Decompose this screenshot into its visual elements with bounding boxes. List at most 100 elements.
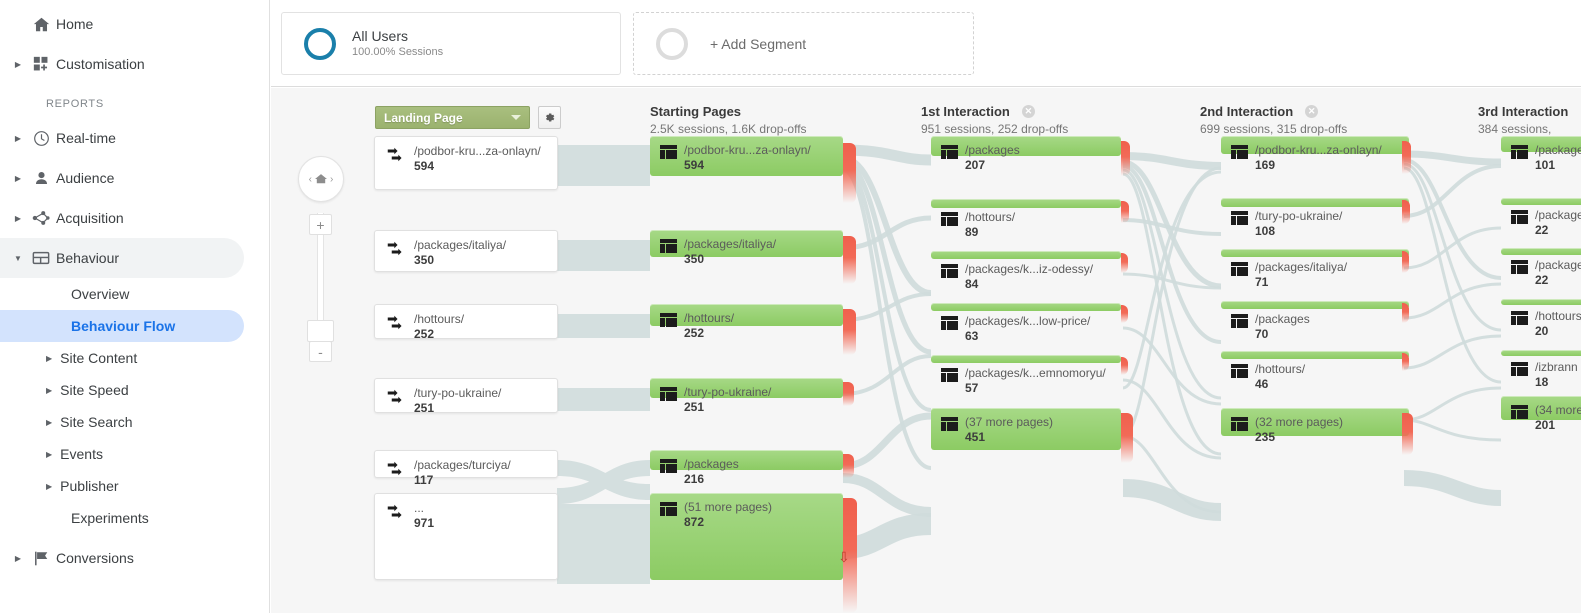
sidebar-subitem-label: Behaviour Flow — [71, 318, 175, 334]
double-arrow-icon: ➡➡ — [385, 502, 407, 522]
third-interaction-node[interactable]: /hottours 20 — [1501, 299, 1581, 305]
second-interaction-node[interactable]: /podbor-kru...za-onlayn/ 169 — [1221, 136, 1409, 154]
node-text: /packages/italiya/ 350 — [684, 236, 776, 267]
zoom-out-button[interactable]: - — [309, 341, 332, 362]
starting-page-node[interactable]: /tury-po-ukraine/ 251 — [650, 378, 843, 398]
close-icon[interactable]: ✕ — [1022, 105, 1035, 118]
node-text: /packages/k...low-price/ 63 — [965, 313, 1090, 344]
second-interaction-node[interactable]: (32 more pages) 235 — [1221, 408, 1409, 436]
landing-page-node[interactable]: ➡➡ ... 971 — [374, 493, 558, 580]
sidebar-item-customisation[interactable]: ▶ Customisation — [0, 44, 269, 84]
landing-page-node[interactable]: ➡➡ /tury-po-ukraine/ 251 — [374, 378, 558, 413]
second-interaction-node[interactable]: /tury-po-ukraine/ 108 — [1221, 198, 1409, 207]
person-icon — [26, 170, 56, 187]
second-interaction-node[interactable]: /packages/italiya/ 71 — [1221, 249, 1409, 257]
node-label: (32 more pages) — [1255, 415, 1343, 429]
first-interaction-node[interactable]: /packages/k...low-price/ 63 — [931, 303, 1121, 311]
node-label: /tury-po-ukraine/ — [414, 386, 501, 400]
starting-page-node[interactable]: /podbor-kru...za-onlayn/ 594 — [650, 136, 843, 176]
page-icon — [1231, 211, 1248, 225]
sidebar-item-behaviour[interactable]: ▼ Behaviour — [0, 238, 244, 278]
chevron-left-icon: ‹ — [309, 174, 312, 185]
flow-settings-button[interactable] — [538, 106, 561, 129]
third-interaction-node[interactable]: /package 22 — [1501, 198, 1581, 205]
third-interaction-node[interactable]: /izbrann 18 — [1501, 350, 1581, 356]
add-segment-button[interactable]: + Add Segment — [633, 12, 974, 75]
node-value: 252 — [684, 326, 704, 340]
sidebar-item-audience[interactable]: ▶ Audience — [0, 158, 269, 198]
first-interaction-node[interactable]: /hottours/ 89 — [931, 199, 1121, 208]
page-icon — [941, 316, 958, 330]
column-subtitle: 384 sessions, — [1478, 122, 1568, 136]
first-interaction-node[interactable]: /packages/k...iz-odessy/ 84 — [931, 251, 1121, 259]
sidebar-item-site-content[interactable]: ▶ Site Content — [0, 342, 269, 374]
chevron-right-icon: ▶ — [46, 386, 52, 395]
sidebar-item-home[interactable]: Home — [0, 4, 269, 44]
sidebar: Home ▶ Customisation REPORTS ▶ — [0, 0, 270, 613]
node-body: /package 22 — [1501, 198, 1581, 238]
first-interaction-node[interactable]: /packages/k...emnomoryu/ 57 — [931, 355, 1121, 363]
chevron-right-icon: ▶ — [46, 482, 52, 491]
sidebar-section-header: REPORTS — [0, 84, 269, 118]
sidebar-item-overview[interactable]: Overview — [0, 278, 269, 310]
second-interaction-node[interactable]: /hottours/ 46 — [1221, 351, 1409, 359]
node-value: 201 — [1535, 418, 1555, 432]
sidebar-item-experiments[interactable]: Experiments — [0, 502, 269, 534]
sidebar-item-label: Acquisition — [56, 210, 124, 226]
node-text: (37 more pages) 451 — [965, 414, 1053, 445]
landing-page-node[interactable]: ➡➡ /hottours/ 252 — [374, 304, 558, 339]
dimension-selector[interactable]: Landing Page — [375, 106, 530, 129]
sidebar-item-events[interactable]: ▶ Events — [0, 438, 269, 470]
sidebar-item-real-time[interactable]: ▶ Real-time — [0, 118, 269, 158]
close-icon[interactable]: ✕ — [1305, 105, 1318, 118]
first-interaction-node[interactable]: /packages 207 — [931, 136, 1121, 156]
second-interaction-node[interactable]: /packages 70 — [1221, 301, 1409, 309]
landing-page-node[interactable]: ➡➡ /packages/italiya/ 350 — [374, 230, 558, 272]
sidebar-item-conversions[interactable]: ▶ Conversions — [0, 538, 269, 578]
starting-page-node[interactable]: /packages/italiya/ 350 — [650, 230, 843, 257]
third-interaction-node[interactable]: /package 101 — [1501, 136, 1581, 152]
sidebar-subitem-label: Experiments — [71, 510, 149, 526]
sidebar-item-site-search[interactable]: ▶ Site Search — [0, 406, 269, 438]
page-icon — [1231, 145, 1248, 159]
customisation-icon — [26, 56, 56, 73]
page-icon — [1231, 364, 1248, 378]
node-label: /hottours/ — [414, 312, 464, 326]
sidebar-item-site-speed[interactable]: ▶ Site Speed — [0, 374, 269, 406]
zoom-slider-handle[interactable] — [307, 320, 334, 342]
third-interaction-node[interactable]: (34 more 201 — [1501, 396, 1581, 420]
node-value: 84 — [965, 277, 978, 291]
segment-all-users[interactable]: All Users 100.00% Sessions — [281, 12, 621, 75]
node-value: 108 — [1255, 224, 1275, 238]
node-body: /tury-po-ukraine/ 108 — [1221, 198, 1342, 239]
node-value: 169 — [1255, 158, 1275, 172]
node-value: 971 — [414, 516, 434, 530]
sidebar-item-behaviour-flow[interactable]: Behaviour Flow — [0, 310, 244, 342]
analytics-app: Home ▶ Customisation REPORTS ▶ — [0, 0, 1581, 613]
node-body: /packages/k...emnomoryu/ 57 — [931, 355, 1106, 396]
starting-page-node[interactable]: /packages 216 — [650, 450, 843, 470]
landing-page-node[interactable]: ➡➡ /podbor-kru...za-onlayn/ 594 — [374, 136, 558, 190]
node-text: /hottours/ 252 — [414, 311, 464, 342]
behaviour-flow-canvas[interactable]: ‹ › + - Landing Page St — [271, 88, 1581, 613]
node-label: /packages — [1255, 312, 1310, 326]
starting-page-node[interactable]: (51 more pages) 872 — [650, 493, 843, 580]
gear-icon — [543, 111, 556, 124]
first-interaction-node[interactable]: (37 more pages) 451 — [931, 408, 1121, 450]
node-label: (51 more pages) — [684, 500, 772, 514]
starting-page-node[interactable]: /hottours/ 252 — [650, 304, 843, 326]
node-text: (32 more pages) 235 — [1255, 414, 1343, 445]
landing-page-node[interactable]: ➡➡ /packages/turciya/ 117 — [374, 450, 558, 478]
third-interaction-node[interactable]: /package 22 — [1501, 248, 1581, 255]
sidebar-item-label: Audience — [56, 170, 114, 186]
drop-off-indicator — [1121, 305, 1128, 323]
page-icon — [660, 313, 677, 327]
sidebar-item-publisher[interactable]: ▶ Publisher — [0, 470, 269, 502]
drop-off-indicator — [1121, 201, 1129, 223]
page-icon — [1231, 262, 1248, 276]
drop-off-indicator — [1121, 141, 1130, 176]
node-text: /hottours 20 — [1535, 308, 1581, 339]
zoom-in-button[interactable]: + — [309, 214, 332, 235]
flow-home-button[interactable]: ‹ › — [298, 156, 344, 202]
sidebar-item-acquisition[interactable]: ▶ Acquisition — [0, 198, 269, 238]
